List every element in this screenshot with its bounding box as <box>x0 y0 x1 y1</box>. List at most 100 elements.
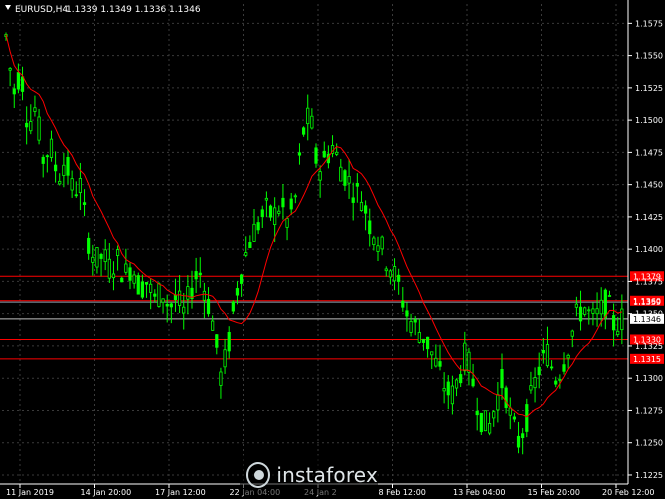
candle-body <box>45 155 49 158</box>
candle-body <box>194 271 198 280</box>
candle-body <box>136 275 140 295</box>
candle-body <box>301 127 306 135</box>
candle-body <box>417 332 421 343</box>
candle-body <box>438 361 442 367</box>
candle-body <box>405 310 409 317</box>
candle-body <box>149 283 153 293</box>
candle-body <box>413 319 417 323</box>
candle-body <box>516 435 521 448</box>
candle-body <box>256 222 260 231</box>
candle-body <box>434 357 438 367</box>
candle-body <box>82 202 87 205</box>
candle-body <box>99 253 103 259</box>
candle-body <box>277 210 281 214</box>
candle-body <box>124 263 128 273</box>
candle-body <box>574 303 579 308</box>
candle-body <box>8 68 12 71</box>
candle-body <box>479 412 483 433</box>
y-tick-label: 1.1500 <box>635 116 663 125</box>
candle-body <box>533 377 537 389</box>
candle-body <box>599 299 603 315</box>
candle-body <box>566 354 570 359</box>
candle-body <box>95 247 99 268</box>
ohlc-label: 1.1339 1.1349 1.1336 1.1346 <box>66 5 201 15</box>
candle-body <box>219 371 223 386</box>
candle-body <box>306 107 310 125</box>
candle-body <box>318 171 322 181</box>
candle-body <box>454 379 459 389</box>
candle-body <box>49 138 54 158</box>
candle-body <box>487 423 492 434</box>
watermark: instaforex <box>240 455 378 495</box>
candle-body <box>223 349 227 368</box>
candle-body <box>430 351 434 356</box>
candle-body <box>132 274 136 284</box>
candle-body <box>314 147 318 164</box>
candle-body <box>521 433 525 439</box>
candle-body <box>376 245 380 252</box>
y-tick-label: 1.1325 <box>635 342 663 351</box>
candle-body <box>165 303 169 307</box>
candle-body <box>186 286 190 300</box>
candle-body <box>397 274 401 282</box>
candle-body <box>550 366 554 369</box>
level-price-label: 1.1315 <box>633 355 661 364</box>
x-tick-label: 11 Jan 2019 <box>6 488 54 497</box>
candle-body <box>343 170 347 186</box>
candle-body <box>512 416 517 420</box>
price-chart[interactable]: 1.13791.13601.13301.13151.13591.1346 1.1… <box>0 0 665 499</box>
y-tick-label: 1.1425 <box>635 213 663 222</box>
grid-lines <box>2 4 628 484</box>
horizontal-levels[interactable]: 1.13791.13601.13301.13151.13591.1346 <box>0 271 664 364</box>
x-tick-label: 15 Feb 20:00 <box>528 488 580 497</box>
candle-body <box>442 388 446 392</box>
x-tick-label: 17 Jan 12:00 <box>155 488 206 497</box>
candle-body <box>347 175 351 184</box>
candle-body <box>268 205 273 218</box>
candle-body <box>351 197 355 203</box>
candle-body <box>525 404 529 432</box>
candle-body <box>260 209 264 218</box>
candle-body <box>74 194 78 197</box>
candle-body <box>37 116 41 141</box>
candle-body <box>607 295 612 297</box>
candle-body <box>66 156 70 176</box>
candle-body <box>446 381 450 396</box>
candle-body <box>384 268 388 272</box>
candle-body <box>33 107 37 112</box>
candle-body <box>578 306 583 322</box>
candle-body <box>91 256 95 263</box>
candle-body <box>529 385 533 391</box>
candle-body <box>111 273 116 279</box>
candlesticks <box>4 32 624 455</box>
candle-body <box>54 164 58 172</box>
y-tick-label: 1.1300 <box>635 374 663 383</box>
instaforex-logo-icon <box>246 462 271 488</box>
candle-body <box>25 122 29 128</box>
y-tick-label: 1.1250 <box>635 439 663 448</box>
y-tick-label: 1.1575 <box>635 19 663 28</box>
candle-body <box>562 364 566 372</box>
candle-body <box>322 150 326 158</box>
candle-body <box>227 332 231 352</box>
candle-body <box>169 303 173 308</box>
candle-body <box>310 115 314 129</box>
candle-body <box>87 237 91 254</box>
y-tick-label: 1.1450 <box>635 181 663 190</box>
candle-body <box>554 380 558 385</box>
candle-body <box>103 249 107 263</box>
candle-body <box>41 156 45 164</box>
candle-body <box>583 307 587 315</box>
y-tick-label: 1.1275 <box>635 406 663 415</box>
candle-body <box>421 338 426 343</box>
candle-body <box>537 366 541 376</box>
candle-body <box>339 166 343 182</box>
candle-body <box>504 387 508 408</box>
candle-body <box>409 320 413 333</box>
candle-body <box>273 207 277 226</box>
dropdown-triangle-icon[interactable] <box>5 5 11 10</box>
y-tick-label: 1.1350 <box>635 310 663 319</box>
candle-body <box>248 242 252 248</box>
candle-body <box>16 72 21 90</box>
y-tick-label: 1.1400 <box>635 245 663 254</box>
